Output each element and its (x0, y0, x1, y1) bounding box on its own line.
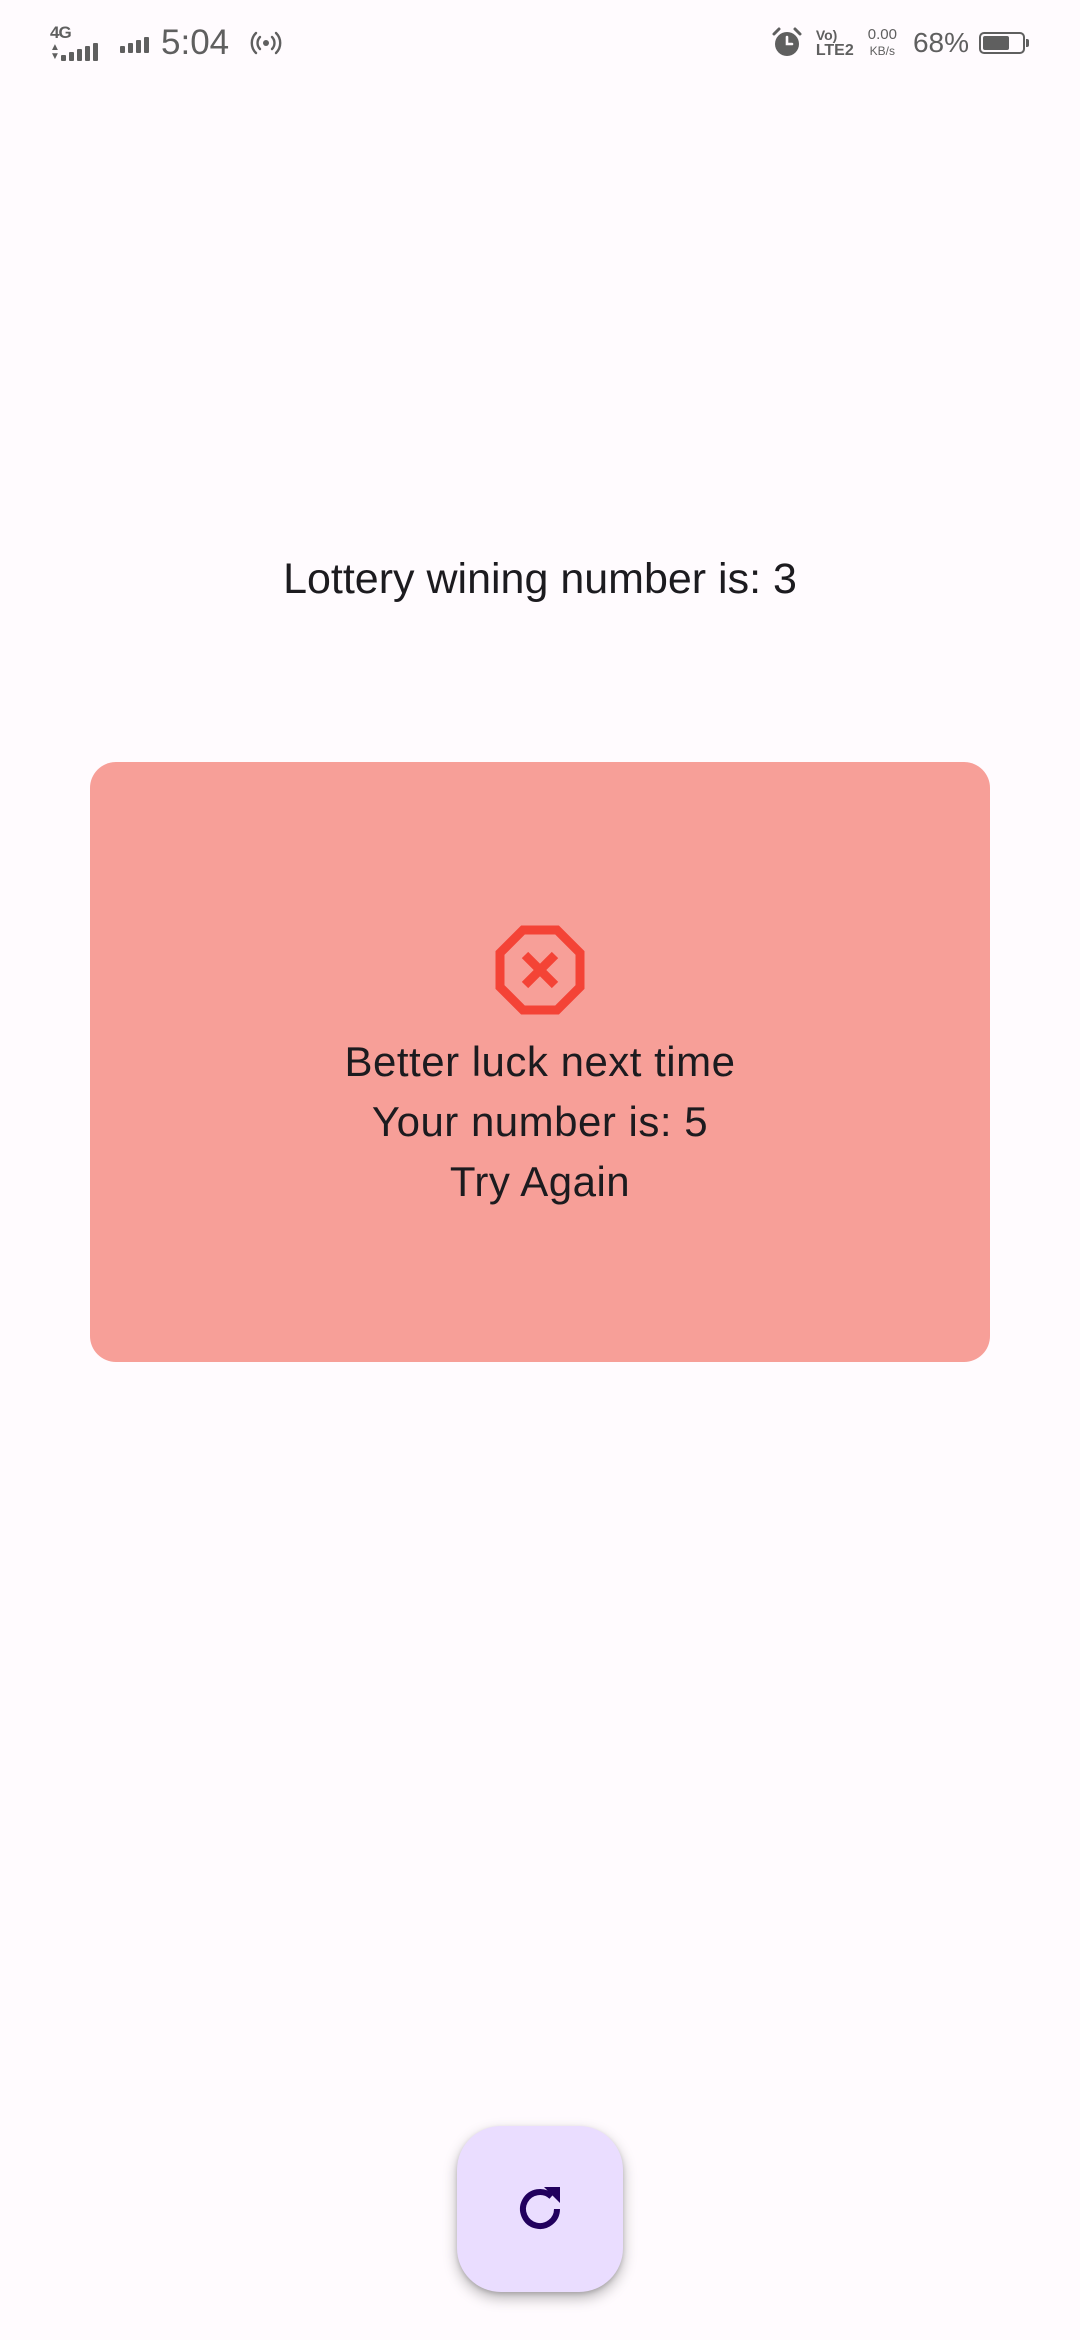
network-type-label: 4G (50, 23, 72, 42)
hotspot-icon (250, 31, 282, 55)
status-bar-right: Vo) LTE2 0.00 KB/s 68% (770, 18, 1029, 68)
volte-label: Vo) (815, 27, 838, 43)
result-text: Better luck next time Your number is: 5 … (90, 1032, 990, 1212)
user-number-text: Your number is: 5 (371, 1098, 709, 1145)
battery-level-fill (983, 36, 1009, 50)
refresh-icon (520, 2187, 560, 2229)
battery-percent: 68% (912, 27, 969, 58)
speed-value: 0.00 (867, 26, 897, 43)
screen: 4G ▲ ▼ 5:04 Vo) LTE2 0.00 KB/s 68% Lotte… (0, 0, 1080, 2340)
network-speed: 0.00 KB/s (868, 27, 897, 59)
volte-icon: Vo) LTE2 (815, 27, 854, 59)
battery-icon (979, 32, 1029, 54)
volte-line-label: LTE2 (815, 42, 854, 59)
signal-icon (120, 33, 149, 53)
speed-unit: KB/s (869, 44, 896, 58)
winning-number-heading: Lottery wining number is: 3 (283, 555, 797, 603)
status-bar-left: 4G ▲ ▼ 5:04 (50, 18, 283, 68)
alarm-icon (772, 27, 802, 56)
refresh-button[interactable] (457, 2126, 623, 2292)
data-arrows-icon: ▲ ▼ (50, 42, 60, 62)
clock: 5:04 (161, 23, 230, 62)
status-bar: 4G ▲ ▼ 5:04 Vo) LTE2 0.00 KB/s 68% (0, 0, 1080, 90)
signal-4g-icon: 4G ▲ ▼ (50, 23, 100, 63)
cancel-octagon-icon (495, 925, 585, 1015)
result-card: Better luck next time Your number is: 5 … (90, 762, 990, 1362)
try-again-text: Try Again (449, 1158, 631, 1205)
result-message: Better luck next time (344, 1038, 736, 1085)
